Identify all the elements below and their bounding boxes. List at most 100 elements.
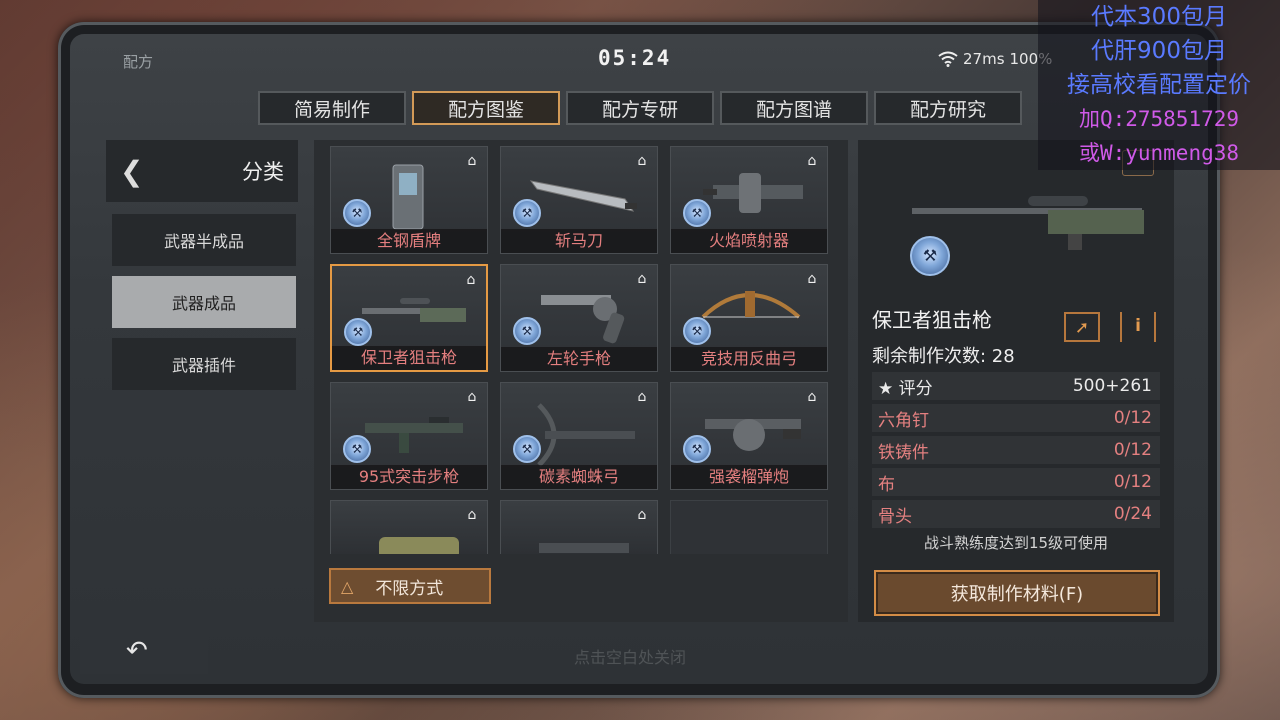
recipe-badge-icon: ⚒ [343, 199, 371, 227]
material-name: 铁铸件 [878, 442, 929, 463]
recipe-card[interactable]: ⚒ ⌂ 强袭榴弹炮 [670, 382, 828, 490]
score-label: 评分 [898, 378, 933, 399]
category-finished[interactable]: 武器成品 [112, 276, 296, 328]
status-clock: 05:24 [598, 46, 672, 70]
material-count: 0/12 [1113, 472, 1152, 492]
material-row: 布 0/12 [872, 468, 1160, 496]
share-icon[interactable]: ➚ [1064, 312, 1100, 342]
recipe-card-partial[interactable]: ⌂ [500, 500, 658, 554]
recipe-badge-icon: ⚒ [344, 318, 372, 346]
recipe-label: 保卫者狙击枪 [332, 346, 486, 370]
material-count: 0/12 [1113, 408, 1152, 428]
recipe-card[interactable]: ⚒ ⌂ 碳素蜘蛛弓 [500, 382, 658, 490]
home-icon: ⌂ [807, 271, 817, 287]
recipe-label: 火焰喷射器 [671, 229, 827, 253]
tab-recipe-atlas[interactable]: 配方图谱 [720, 91, 868, 125]
overlay-line: 代本300包月 [1091, 4, 1227, 30]
material-row: 骨头 0/24 [872, 500, 1160, 528]
star-icon: ★ [878, 378, 899, 399]
recipe-card-partial[interactable]: ⌂ [330, 500, 488, 554]
tab-recipe-catalog[interactable]: 配方图鉴 [412, 91, 560, 125]
wifi-icon [938, 51, 958, 67]
recipe-label: 95式突击步枪 [331, 465, 487, 489]
category-title: 分类 [242, 160, 284, 184]
filter-button[interactable]: △ 不限方式 [329, 568, 491, 604]
material-row: 六角钉 0/12 [872, 404, 1160, 432]
home-icon: ⌂ [467, 507, 477, 523]
assault-rifle-icon [365, 417, 463, 453]
tab-recipe-research[interactable]: 配方研究 [874, 91, 1022, 125]
home-icon: ⌂ [467, 153, 477, 169]
tab-bar: 简易制作 配方图鉴 配方专研 配方图谱 配方研究 [258, 91, 1022, 125]
revolver-icon [541, 295, 625, 344]
home-icon: ⌂ [637, 153, 647, 169]
return-icon: ↶ [126, 636, 148, 666]
recipe-name: 保卫者狙击枪 [872, 308, 992, 332]
category-attachments[interactable]: 武器插件 [112, 338, 296, 390]
home-icon: ⌂ [467, 389, 477, 405]
close-hint: 点击空白处关闭 [574, 648, 687, 667]
remaining-crafts: 剩余制作次数: 28 [872, 346, 1015, 367]
requirement-text: 战斗熟练度达到15级可使用 [923, 534, 1109, 552]
weapon-icon [379, 537, 459, 554]
recipe-card-empty [670, 500, 828, 554]
ping-value: 27ms [963, 50, 1005, 68]
recipe-badge-icon: ⚒ [513, 435, 541, 463]
recipe-label: 全钢盾牌 [331, 229, 487, 253]
material-name: 骨头 [878, 506, 912, 527]
tab-recipe-study[interactable]: 配方专研 [566, 91, 714, 125]
recipe-card[interactable]: ⚒ ⌂ 左轮手枪 [500, 264, 658, 372]
home-icon: ⌂ [807, 389, 817, 405]
recipe-label: 竞技用反曲弓 [671, 347, 827, 371]
home-icon: ⌂ [807, 153, 817, 169]
chevron-left-icon[interactable]: ❮ [120, 155, 150, 188]
home-icon: ⌂ [466, 272, 476, 288]
filter-label: 不限方式 [375, 578, 444, 599]
status-indicators: 27ms 100% [938, 50, 1052, 68]
recipe-badge-icon: ⚒ [683, 199, 711, 227]
obtain-materials-button[interactable]: 获取制作材料(F) [874, 570, 1160, 616]
category-semi-finished[interactable]: 武器半成品 [112, 214, 296, 266]
grenade-launcher-icon [705, 419, 801, 451]
recipe-card[interactable]: ⚒ ⌂ 火焰喷射器 [670, 146, 828, 254]
recipe-badge-icon: ⚒ [513, 317, 541, 345]
overlay-line: 加Q:275851729 [1078, 107, 1240, 131]
home-icon: ⌂ [637, 271, 647, 287]
recipe-label: 左轮手枪 [501, 347, 657, 371]
recipe-label: 碳素蜘蛛弓 [501, 465, 657, 489]
crossbow-icon [537, 403, 635, 467]
overlay-line: 接高校看配置定价 [1067, 72, 1251, 98]
bow-icon [701, 291, 801, 319]
home-icon: ⌂ [637, 389, 647, 405]
recipe-card[interactable]: ⚒ ⌂ 95式突击步枪 [330, 382, 488, 490]
recipe-label: 强袭榴弹炮 [671, 465, 827, 489]
material-name: 六角钉 [878, 410, 929, 431]
recipe-card[interactable]: ⚒ ⌂ 全钢盾牌 [330, 146, 488, 254]
category-header: ❮ 分类 [106, 140, 298, 202]
recipe-badge-icon: ⚒ [513, 199, 541, 227]
recipe-badge-icon: ⚒ [910, 236, 950, 276]
status-app-name: 配方 [123, 53, 154, 71]
recipe-badge-icon: ⚒ [683, 317, 711, 345]
return-button[interactable]: ↶ [80, 628, 208, 674]
material-name: 布 [878, 474, 895, 495]
material-row: 铁铸件 0/12 [872, 436, 1160, 464]
stream-overlay: 代本300包月 代肝900包月 接高校看配置定价 加Q:275851729 或W… [1038, 0, 1280, 170]
home-icon: ⌂ [637, 507, 647, 523]
overlay-line: 代肝900包月 [1091, 38, 1227, 64]
recipe-badge-icon: ⚒ [683, 435, 711, 463]
recipe-card-selected[interactable]: ⚒ ⌂ 保卫者狙击枪 [330, 264, 488, 372]
recipe-card[interactable]: ⚒ ⌂ 斩马刀 [500, 146, 658, 254]
recipe-label: 斩马刀 [501, 229, 657, 253]
material-count: 0/12 [1113, 440, 1152, 460]
info-icon[interactable]: i [1120, 312, 1156, 342]
flamethrower-icon [703, 173, 803, 213]
tab-simple-craft[interactable]: 简易制作 [258, 91, 406, 125]
score-row: ★ 评分 500+261 [872, 372, 1160, 400]
triangle-up-icon: △ [341, 576, 354, 596]
recipe-badge-icon: ⚒ [343, 435, 371, 463]
overlay-line: 或W:yunmeng38 [1078, 141, 1240, 165]
recipe-detail-panel: ⚒ 保卫者狙击枪 ➚ i 剩余制作次数: 28 ★ 评分 500+261 六角钉… [858, 140, 1174, 622]
recipe-card[interactable]: ⚒ ⌂ 竞技用反曲弓 [670, 264, 828, 372]
score-value: 500+261 [1072, 376, 1152, 396]
